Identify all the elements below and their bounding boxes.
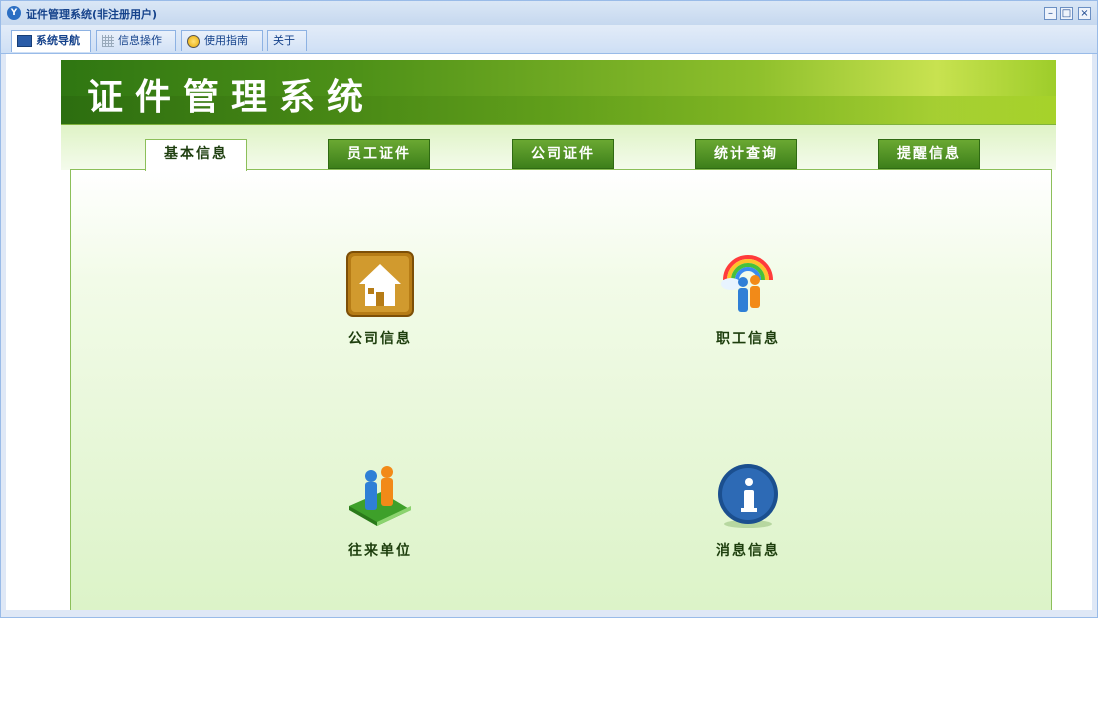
tab-basic-info[interactable]: 基本信息 [145,139,247,171]
app-logo-icon: Y [7,6,21,20]
restore-button[interactable]: □ [1060,7,1073,20]
tab-employee-certs[interactable]: 员工证件 [328,139,430,169]
tab-info-ops[interactable]: 信息操作 [96,30,176,51]
main-content: 证件管理系统 基本信息 员工证件 公司证件 统计查询 提醒信息 公司信息 职工信… [6,54,1092,610]
tab-label: 关于 [273,34,295,47]
tab-about[interactable]: 关于 [267,30,307,51]
tab-reminders[interactable]: 提醒信息 [878,139,980,169]
company-info-item[interactable]: 公司信息 [320,250,440,348]
people-book-icon [349,466,411,526]
item-label: 往来单位 [348,543,412,559]
window-title: 证件管理系统(非注册用户) [26,8,158,21]
monitor-icon [17,35,32,47]
help-circle-icon [187,34,200,48]
window-tab-strip: 系统导航 信息操作 使用指南 关于 [1,25,1097,54]
content-panel [70,169,1052,610]
close-button[interactable]: × [1078,7,1091,20]
banner-title: 证件管理系统 [87,76,376,118]
minimize-button[interactable]: – [1044,7,1057,20]
title-bar: Y 证件管理系统(非注册用户) – □ × [1,1,1097,25]
tab-label: 信息操作 [118,34,162,47]
tab-label: 系统导航 [36,34,80,47]
employee-info-item[interactable]: 职工信息 [688,250,808,348]
info-icon [718,464,778,528]
app-window: Y 证件管理系统(非注册用户) – □ × 系统导航 信息操作 使用指南 关于 … [0,0,1098,618]
status-bar [1,610,1097,617]
tab-company-certs[interactable]: 公司证件 [512,139,614,169]
tab-label: 使用指南 [204,34,248,47]
grid-icon [102,35,114,47]
partner-units-item[interactable]: 往来单位 [320,462,440,560]
item-label: 职工信息 [716,331,780,347]
tab-user-guide[interactable]: 使用指南 [181,30,263,51]
people-rainbow-icon [721,255,773,312]
tab-stats-query[interactable]: 统计查询 [695,139,797,169]
item-label: 公司信息 [348,331,412,347]
header-banner: 证件管理系统 [61,60,1056,124]
message-info-item[interactable]: 消息信息 [688,462,808,560]
item-label: 消息信息 [716,543,780,559]
tab-system-nav[interactable]: 系统导航 [11,30,91,52]
house-icon [346,251,414,317]
